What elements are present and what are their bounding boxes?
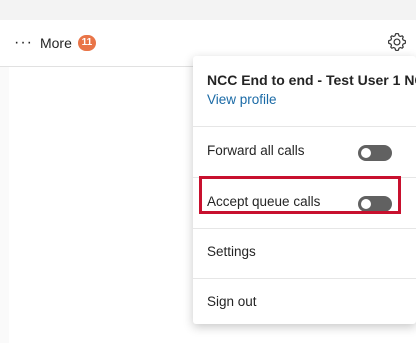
view-profile-link[interactable]: View profile	[207, 92, 277, 107]
menu-item-settings[interactable]: Settings	[193, 228, 416, 279]
toggle-knob	[361, 148, 371, 158]
menu-item-forward-all-calls[interactable]: Forward all calls	[193, 127, 416, 178]
more-button[interactable]: ··· More 11	[14, 33, 96, 53]
left-edge	[0, 67, 9, 343]
sign-out-label: Sign out	[207, 294, 257, 309]
gear-icon[interactable]	[386, 31, 408, 53]
more-label: More	[39, 35, 72, 51]
highlight-box	[199, 176, 401, 214]
settings-label: Settings	[207, 244, 256, 259]
profile-section: NCC End to end - Test User 1 NC View pro…	[193, 56, 416, 127]
forward-all-calls-label: Forward all calls	[207, 143, 305, 158]
window-top-gap	[0, 0, 416, 20]
forward-all-calls-toggle[interactable]	[358, 145, 392, 161]
more-dots-icon: ···	[14, 34, 33, 51]
menu-item-sign-out[interactable]: Sign out	[193, 278, 416, 324]
more-badge: 11	[77, 35, 96, 51]
user-name: NCC End to end - Test User 1 NC	[207, 72, 416, 88]
